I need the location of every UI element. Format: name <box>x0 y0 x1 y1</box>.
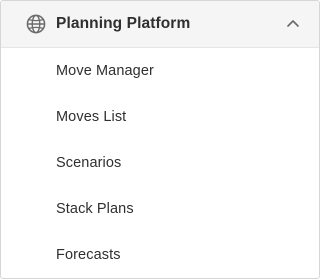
navigation-panel: Planning Platform Move Manager Moves Lis… <box>0 0 320 279</box>
nav-item-label: Move Manager <box>56 63 154 79</box>
planning-platform-section-header[interactable]: Planning Platform <box>1 1 319 48</box>
globe-icon <box>26 14 46 34</box>
nav-item-forecasts[interactable]: Forecasts <box>1 232 319 278</box>
nav-item-label: Scenarios <box>56 155 122 171</box>
nav-item-label: Stack Plans <box>56 201 134 217</box>
nav-item-move-manager[interactable]: Move Manager <box>1 48 319 94</box>
chevron-up-icon[interactable] <box>286 18 300 28</box>
nav-item-scenarios[interactable]: Scenarios <box>1 140 319 186</box>
section-title: Planning Platform <box>56 15 191 32</box>
nav-item-label: Forecasts <box>56 247 121 263</box>
nav-item-moves-list[interactable]: Moves List <box>1 94 319 140</box>
nav-item-label: Moves List <box>56 109 127 125</box>
nav-item-stack-plans[interactable]: Stack Plans <box>1 186 319 232</box>
